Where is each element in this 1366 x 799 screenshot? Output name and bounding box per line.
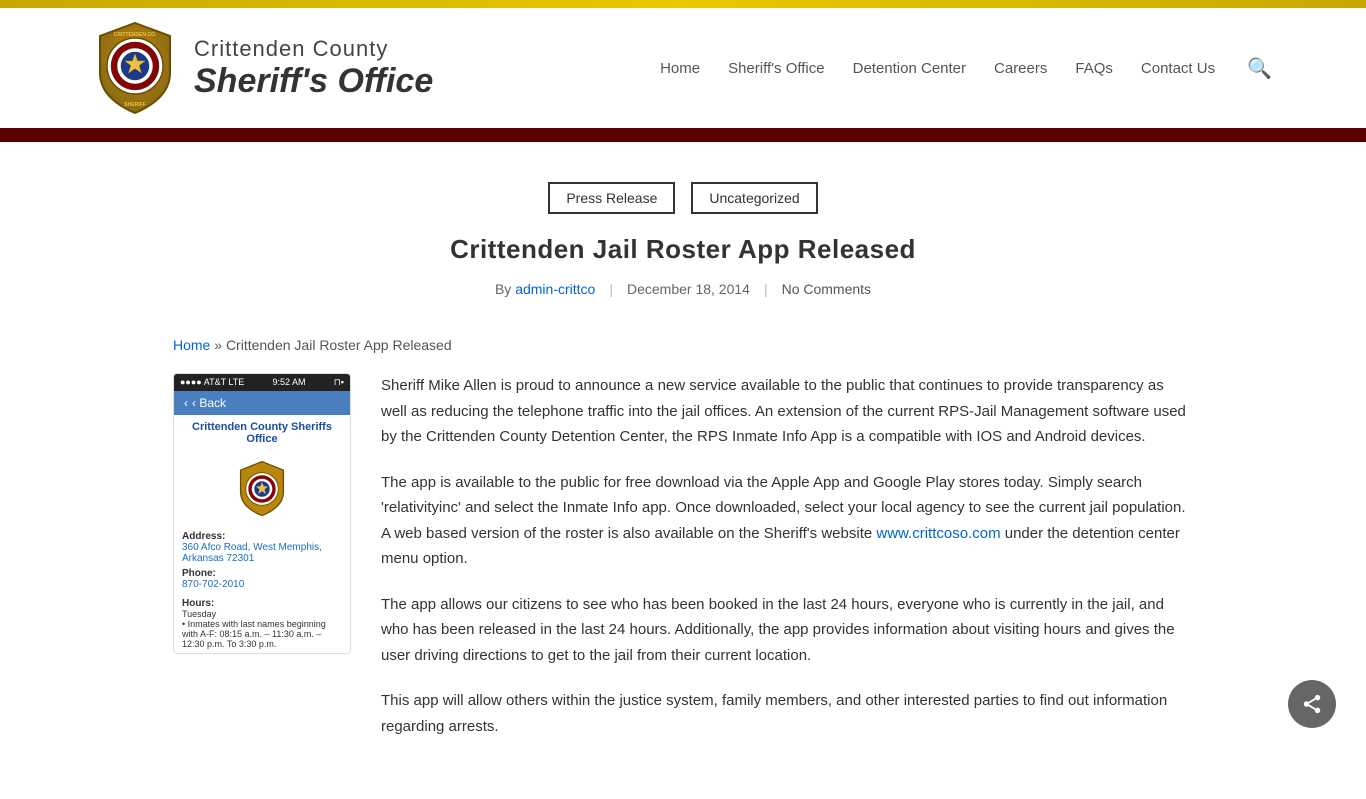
tag-uncategorized[interactable]: Uncategorized bbox=[691, 182, 817, 214]
phone-phone-label: Phone: bbox=[182, 568, 342, 579]
article-text: Sheriff Mike Allen is proud to announce … bbox=[381, 373, 1193, 759]
paragraph-1: Sheriff Mike Allen is proud to announce … bbox=[381, 373, 1193, 450]
phone-address-area: Address: 360 Afco Road, West Memphis, Ar… bbox=[174, 527, 350, 594]
tag-press-release[interactable]: Press Release bbox=[548, 182, 675, 214]
svg-text:CRITTENDEN CO.: CRITTENDEN CO. bbox=[114, 32, 157, 38]
phone-status-bar: ●●●● AT&T LTE 9:52 AM ⊓▪ bbox=[174, 374, 350, 391]
nav-contact-us[interactable]: Contact Us bbox=[1141, 60, 1215, 77]
phone-signal: ●●●● AT&T LTE bbox=[180, 377, 244, 388]
category-tags: Press Release Uncategorized bbox=[173, 182, 1193, 214]
article-title: Crittenden Jail Roster App Released bbox=[173, 234, 1193, 265]
phone-hours-area: Hours: Tuesday • Inmates with last names… bbox=[174, 594, 350, 653]
logo-county-text: Crittenden County bbox=[194, 36, 433, 62]
breadcrumb: Home » Crittenden Jail Roster App Releas… bbox=[173, 337, 1193, 353]
bottom-header-bar bbox=[0, 128, 1366, 142]
search-button[interactable]: 🔍 bbox=[1243, 52, 1276, 85]
phone-shield-icon bbox=[232, 459, 292, 519]
logo-area: CRITTENDEN CO. SHERIFF Crittenden County… bbox=[90, 18, 433, 118]
shield-logo: CRITTENDEN CO. SHERIFF bbox=[90, 18, 180, 118]
phone-shield-area bbox=[174, 451, 350, 527]
phone-hours-label: Hours: bbox=[182, 598, 342, 609]
breadcrumb-separator: » bbox=[214, 337, 226, 353]
back-label: ‹ Back bbox=[192, 396, 226, 410]
phone-battery: ⊓▪ bbox=[334, 377, 344, 388]
separator-1: | bbox=[609, 281, 613, 297]
website-link[interactable]: www.crittcoso.com bbox=[876, 525, 1000, 542]
breadcrumb-home[interactable]: Home bbox=[173, 337, 210, 353]
svg-text:SHERIFF: SHERIFF bbox=[124, 102, 145, 108]
comments-link[interactable]: No Comments bbox=[782, 281, 871, 297]
share-button[interactable] bbox=[1288, 680, 1336, 728]
phone-address-value[interactable]: 360 Afco Road, West Memphis, Arkansas 72… bbox=[182, 542, 342, 564]
nav-sheriffs-office[interactable]: Sheriff's Office bbox=[728, 60, 825, 77]
nav-home[interactable]: Home bbox=[660, 60, 700, 77]
paragraph-4: This app will allow others within the ju… bbox=[381, 688, 1193, 739]
separator-2: | bbox=[764, 281, 768, 297]
phone-time: 9:52 AM bbox=[273, 377, 306, 388]
logo-text: Crittenden County Sheriff's Office bbox=[194, 36, 433, 101]
phone-phone-value[interactable]: 870-702-2010 bbox=[182, 579, 342, 590]
main-content: Press Release Uncategorized Crittenden J… bbox=[83, 142, 1283, 799]
phone-address-label: Address: bbox=[182, 531, 342, 542]
back-chevron-icon: ‹ bbox=[184, 396, 188, 410]
article-meta: By admin-crittco | December 18, 2014 | N… bbox=[173, 281, 1193, 297]
phone-screenshot: ●●●● AT&T LTE 9:52 AM ⊓▪ ‹ ‹ Back Critte… bbox=[173, 373, 351, 654]
article-date: December 18, 2014 bbox=[627, 281, 750, 297]
top-gold-bar bbox=[0, 0, 1366, 8]
phone-app-title: Crittenden County Sheriffs Office bbox=[174, 415, 350, 451]
paragraph-3: The app allows our citizens to see who h… bbox=[381, 592, 1193, 669]
main-nav: Home Sheriff's Office Detention Center C… bbox=[660, 52, 1276, 85]
meta-by: By admin-crittco bbox=[495, 281, 595, 297]
article-body: ●●●● AT&T LTE 9:52 AM ⊓▪ ‹ ‹ Back Critte… bbox=[173, 373, 1193, 759]
logo-office-text: Sheriff's Office bbox=[194, 62, 433, 101]
breadcrumb-current: Crittenden Jail Roster App Released bbox=[226, 337, 452, 353]
share-svg-icon bbox=[1301, 693, 1323, 715]
search-icon: 🔍 bbox=[1247, 58, 1272, 80]
nav-careers[interactable]: Careers bbox=[994, 60, 1047, 77]
paragraph-2: The app is available to the public for f… bbox=[381, 470, 1193, 572]
author-link[interactable]: admin-crittco bbox=[515, 281, 595, 297]
nav-detention-center[interactable]: Detention Center bbox=[853, 60, 966, 77]
site-header: CRITTENDEN CO. SHERIFF Crittenden County… bbox=[0, 8, 1366, 128]
phone-back-button[interactable]: ‹ ‹ Back bbox=[174, 391, 350, 415]
nav-faqs[interactable]: FAQs bbox=[1075, 60, 1113, 77]
phone-hours-value: Tuesday • Inmates with last names beginn… bbox=[182, 609, 342, 649]
